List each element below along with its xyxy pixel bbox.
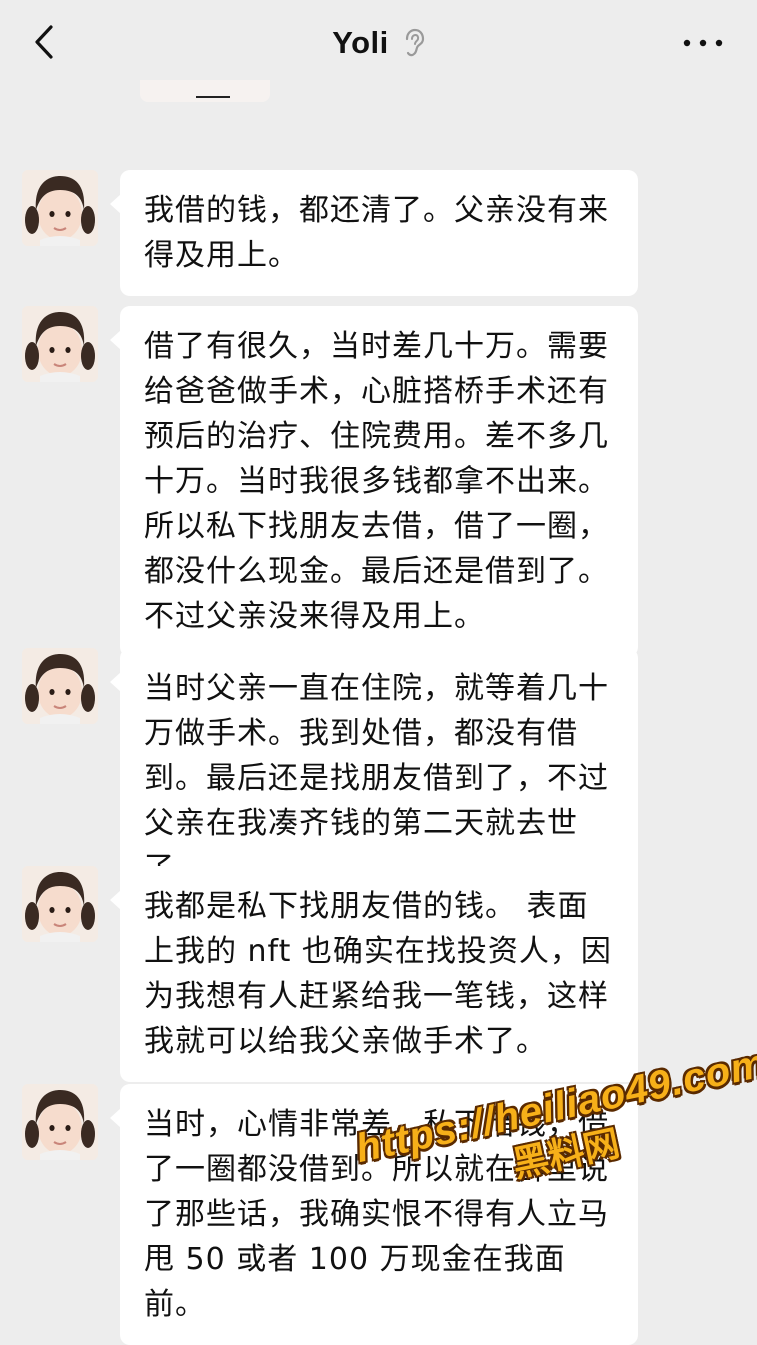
ear-icon [405, 28, 424, 57]
back-button[interactable] [26, 24, 62, 60]
previous-message-fragment [140, 80, 270, 102]
avatar[interactable] [22, 1084, 98, 1160]
avatar[interactable] [22, 866, 98, 942]
previous-message-line [196, 96, 230, 98]
message-bubble[interactable]: 我都是私下找朋友借的钱。 表面上我的 nft 也确实在找投资人，因为我想有人赶紧… [110, 866, 638, 1082]
chat-title: Yoli [332, 25, 389, 60]
message-bubble[interactable]: 借了有很久，当时差几十万。需要给爸爸做手术，心脏搭桥手术还有预后的治疗、住院费用… [110, 306, 638, 657]
avatar[interactable] [22, 170, 98, 246]
more-dots-icon [683, 39, 723, 47]
chevron-left-icon [35, 25, 53, 59]
chat-header: Yoli [0, 0, 757, 86]
more-button[interactable] [679, 30, 727, 56]
message-bubble[interactable]: 当时，心情非常差，私下借钱，借了一圈都没借到。所以就在群里说了那些话，我确实恨不… [110, 1084, 638, 1345]
avatar[interactable] [22, 648, 98, 724]
avatar[interactable] [22, 306, 98, 382]
message-bubble[interactable]: 我借的钱，都还清了。父亲没有来得及用上。 [110, 170, 638, 296]
